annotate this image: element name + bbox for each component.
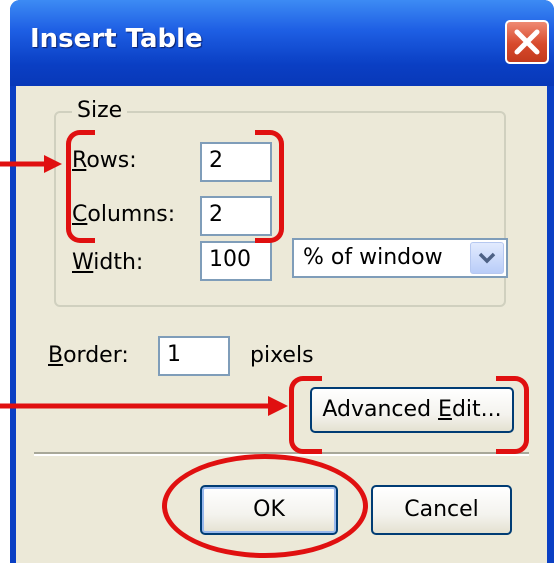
arrowhead-icon: [268, 396, 288, 416]
arrowhead-icon: [44, 155, 62, 173]
annotation-arrows: [0, 155, 288, 416]
